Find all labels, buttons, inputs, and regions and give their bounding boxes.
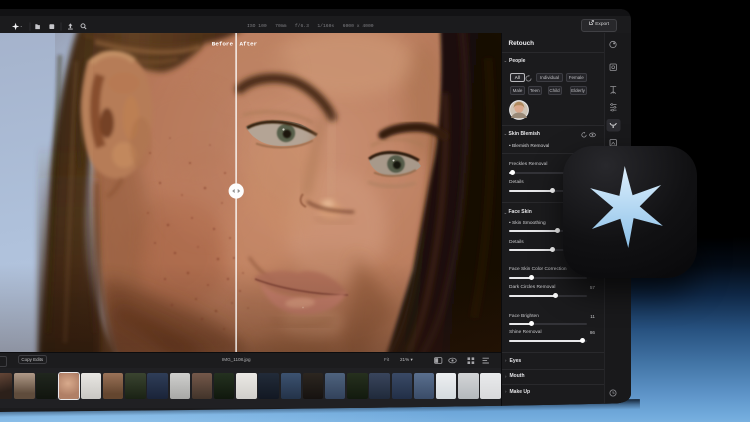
svg-text:Before: Before <box>212 41 234 48</box>
svg-text:After: After <box>240 41 258 48</box>
